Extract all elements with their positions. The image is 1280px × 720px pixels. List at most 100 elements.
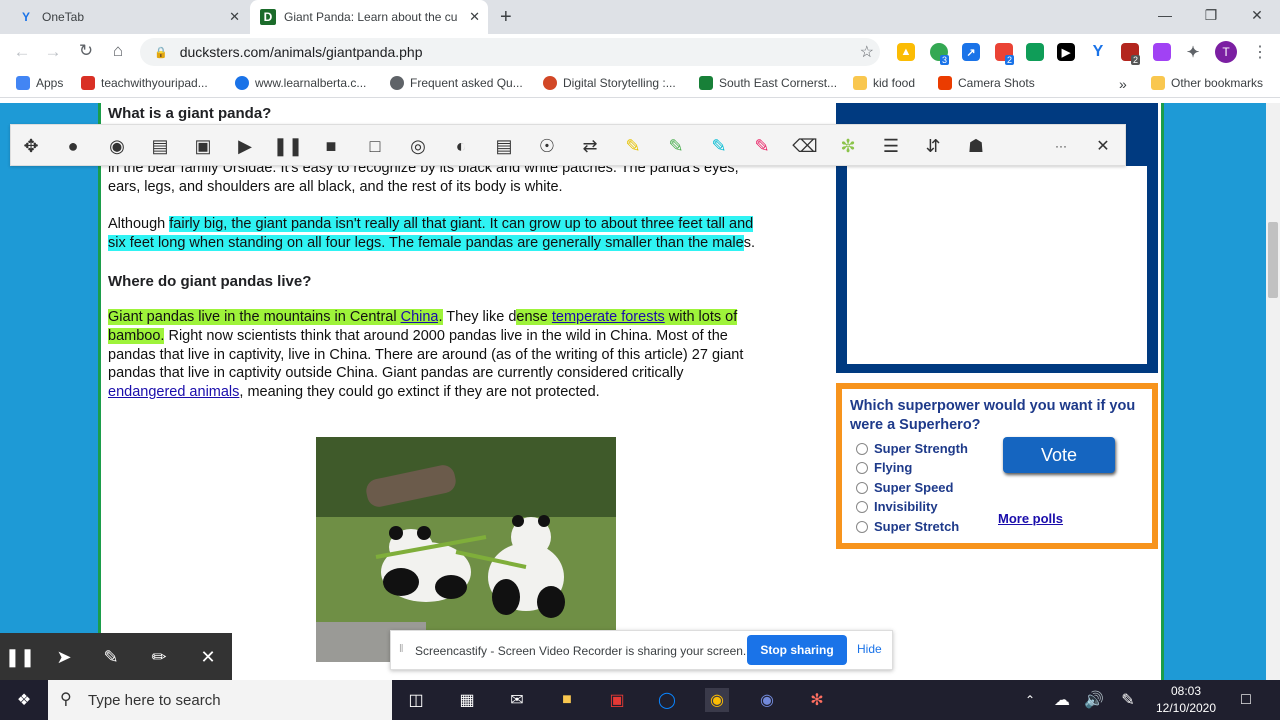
shuffle-icon[interactable]: ⇄ [578,134,602,158]
sort-list-icon[interactable]: ⇵ [921,134,945,158]
poll-option[interactable]: Super Speed [856,480,953,495]
play-icon[interactable]: ▶ [233,134,257,158]
gift-app-icon[interactable]: ▣ [605,688,629,712]
drag-handle-icon[interactable]: ‖ [399,643,404,655]
bookmark-faq[interactable]: Frequent asked Qu... [390,76,523,90]
web-search-icon[interactable]: ▤ [492,134,516,158]
bookmarks-overflow[interactable]: » [1119,76,1127,92]
extension-green-square-icon[interactable] [1026,43,1044,61]
new-tab-button[interactable]: + [500,6,512,29]
minimize-icon[interactable]: — [1142,0,1188,30]
collect-highlights-icon[interactable]: ✼ [836,134,860,158]
stop-icon[interactable]: ■ [319,134,343,158]
poll-option[interactable]: Flying [856,460,912,475]
google-drive-icon[interactable]: ▲ [897,43,915,61]
close-window-icon[interactable]: ✕ [1234,0,1280,30]
pen-workspace-icon[interactable]: ✎ [1116,688,1140,712]
address-bar[interactable]: 🔒 ducksters.com/animals/giantpanda.php ☆ [140,38,880,66]
screencastify-icon[interactable] [1153,43,1171,61]
cursor-icon[interactable]: ➤ [52,645,76,669]
close-toolbar-icon[interactable]: ✕ [1091,134,1115,158]
picture-dictionary-icon[interactable]: ▣ [191,134,215,158]
taskbar-search[interactable]: ⚲ Type here to search [48,680,392,720]
mail-icon[interactable]: ✉ [505,688,529,712]
file-explorer-icon[interactable]: ■ [555,688,579,712]
hide-button[interactable]: Hide [857,642,882,656]
pause-icon[interactable]: ❚❚ [273,134,303,158]
poll-option[interactable]: Super Stretch [856,519,959,534]
bookmark-digital-storytelling[interactable]: Digital Storytelling :... [543,76,676,90]
extensions-puzzle-icon[interactable]: ✦ [1184,43,1202,61]
eraser-icon[interactable]: ✏ [147,645,171,669]
clear-highlights-icon[interactable]: ⌫ [792,134,817,158]
close-tab-icon[interactable]: ✕ [469,9,480,25]
bookmark-other[interactable]: Other bookmarks [1151,76,1263,90]
link-endangered-animals[interactable]: endangered animals [108,384,239,400]
task-view-icon[interactable]: ◫ [404,688,428,712]
highlighter-pink-icon[interactable]: ✎ [750,134,774,158]
prediction-icon[interactable]: ● [61,134,85,158]
bookmark-star-icon[interactable]: ☆ [860,42,874,62]
notifications-icon[interactable]: □ [1234,688,1258,712]
play-extension-icon[interactable]: ▶ [1057,43,1075,61]
radio-button[interactable] [856,500,868,513]
reload-icon[interactable]: ↻ [73,41,99,61]
pen-icon[interactable]: ✎ [99,645,123,669]
profile-avatar[interactable]: T [1215,41,1237,63]
radio-button[interactable] [856,461,868,474]
onedrive-icon[interactable]: ☁ [1050,688,1074,712]
bookmark-south-east[interactable]: South East Cornerst... [699,76,837,90]
app-icon[interactable]: ✻ [805,688,829,712]
screenshot-reader-icon[interactable]: □ [363,134,387,158]
back-icon[interactable]: ← [9,42,35,62]
chevron-up-icon[interactable]: ⌃ [1018,688,1042,712]
volume-icon[interactable]: 🔊 [1082,688,1106,712]
bookmark-camera-shots[interactable]: Camera Shots [938,76,1035,90]
bookmark-apps[interactable]: Apps [16,76,63,90]
onetab-extension-icon[interactable]: Y [1089,43,1107,61]
poll-option[interactable]: Super Strength [856,441,968,456]
stop-sharing-button[interactable]: Stop sharing [747,635,847,665]
discord-icon[interactable]: ◉ [755,688,779,712]
more-options-icon[interactable]: ··· [1049,134,1073,158]
bookmark-learnalberta[interactable]: www.learnalberta.c... [235,76,366,90]
headphones-icon[interactable]: ☉ [535,134,559,158]
screen-mask-icon[interactable]: ◐ [449,134,473,158]
radio-button[interactable] [856,520,868,533]
restore-icon[interactable]: ❐ [1188,0,1234,30]
move-icon[interactable]: ✥ [19,134,43,158]
edge-icon[interactable]: ◯ [655,688,679,712]
more-polls-link[interactable]: More polls [998,511,1063,526]
menu-kebab-icon[interactable]: ⋮ [1252,42,1268,62]
check-it-icon[interactable]: ☗ [964,134,988,158]
pause-recording-icon[interactable]: ❚❚ [5,645,35,669]
dictionary-icon[interactable]: ◉ [105,134,129,158]
tab-giant-panda[interactable]: D Giant Panda: Learn about the cu ✕ [250,0,488,34]
windows-start-icon[interactable]: ❖ [12,688,36,712]
radio-button[interactable] [856,442,868,455]
highlighter-blue-icon[interactable]: ✎ [707,134,731,158]
highlighter-green-icon[interactable]: ✎ [664,134,688,158]
share-extension-icon[interactable]: ↗ [962,43,980,61]
store-icon[interactable]: ▦ [455,688,479,712]
clock[interactable]: 08:03 12/10/2020 [1150,683,1222,717]
bookmark-kid-food[interactable]: kid food [853,76,915,90]
tab-onetab[interactable]: Y OneTab ✕ [8,0,248,34]
forward-icon[interactable]: → [40,42,66,62]
poll-option[interactable]: Invisibility [856,499,938,514]
close-tab-icon[interactable]: ✕ [229,9,240,25]
link-temperate-forests[interactable]: temperate forests [551,309,665,325]
close-controls-icon[interactable]: ✕ [196,645,220,669]
link-china[interactable]: China [400,309,439,325]
scrollbar-thumb[interactable] [1268,222,1278,298]
vote-button[interactable]: Vote [1003,437,1115,473]
highlighter-yellow-icon[interactable]: ✎ [621,134,645,158]
home-icon[interactable]: ⌂ [105,41,131,61]
chrome-icon[interactable]: ◉ [705,688,729,712]
radio-button[interactable] [856,481,868,494]
audio-maker-icon[interactable]: ◎ [406,134,430,158]
bookmark-teachwithyouripad[interactable]: teachwithyouripad... [81,76,208,90]
page-scrollbar[interactable] [1266,103,1280,680]
vocabulary-list-icon[interactable]: ☰ [879,134,903,158]
book-icon[interactable]: ▤ [148,134,172,158]
